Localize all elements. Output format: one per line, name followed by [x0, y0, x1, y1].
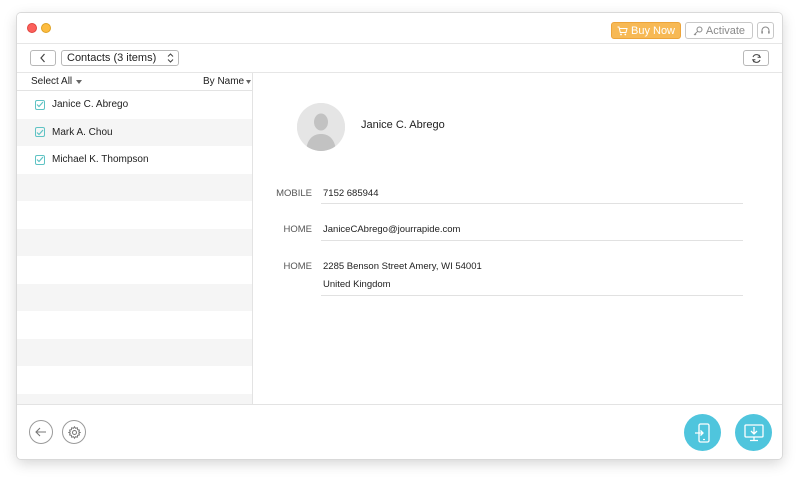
field-label-home-address: HOME — [283, 261, 313, 272]
key-icon — [693, 26, 703, 35]
contact-checkbox[interactable] — [35, 99, 45, 110]
home-back-button[interactable] — [29, 420, 53, 444]
avatar — [297, 103, 345, 151]
support-button[interactable] — [757, 22, 774, 39]
contact-list-pane: Select All By Name Janice C. Abrego Mark… — [17, 73, 253, 404]
minimize-window-button[interactable] — [41, 23, 51, 33]
close-window-button[interactable] — [27, 23, 37, 33]
to-computer-icon — [743, 423, 764, 441]
field-value-mobile: 7152 685944 — [323, 188, 379, 199]
send-to-device-button[interactable] — [684, 414, 721, 451]
refresh-button[interactable] — [743, 50, 769, 66]
activate-label: Activate — [705, 24, 746, 37]
empty-row — [17, 393, 252, 404]
contact-checkbox[interactable] — [35, 154, 45, 165]
contact-name: Mark A. Chou — [52, 126, 113, 138]
field-divider — [321, 295, 743, 296]
person-silhouette-icon — [297, 103, 345, 151]
activate-button[interactable]: Activate — [685, 22, 753, 39]
export-to-computer-button[interactable] — [735, 414, 772, 451]
title-bar: Buy Now Activate — [17, 13, 782, 44]
empty-row — [17, 366, 252, 394]
empty-row — [17, 201, 252, 229]
caret-down-icon — [246, 79, 252, 84]
field-value-home-address: 2285 Benson Street Amery, WI 54001 — [323, 261, 482, 272]
checkmark-icon — [36, 129, 44, 136]
cart-icon — [617, 26, 628, 35]
buy-now-label: Buy Now — [630, 24, 676, 37]
contact-rows: Janice C. Abrego Mark A. Chou Michael K.… — [17, 91, 252, 404]
category-select[interactable]: Contacts (3 items) — [61, 50, 179, 66]
contact-row[interactable]: Janice C. Abrego — [17, 91, 252, 119]
gear-icon — [67, 425, 81, 439]
app-window: Buy Now Activate Contacts (3 items) Sele… — [17, 13, 782, 459]
back-button[interactable] — [30, 50, 56, 66]
arrow-left-icon — [35, 427, 46, 437]
footer-bar — [17, 404, 782, 459]
headset-icon — [761, 26, 770, 34]
contact-name: Michael K. Thompson — [52, 154, 149, 166]
checkmark-icon — [36, 101, 44, 108]
chevron-left-icon — [40, 53, 45, 63]
field-label-home-email: HOME — [283, 224, 313, 235]
contact-name: Janice C. Abrego — [52, 99, 129, 111]
list-header: Select All By Name — [17, 73, 252, 91]
category-select-value: Contacts (3 items) — [67, 52, 157, 64]
caret-down-icon — [76, 79, 83, 84]
select-all-label: Select All — [31, 76, 73, 87]
empty-row — [17, 228, 252, 256]
refresh-icon — [751, 53, 761, 63]
sort-by-name-dropdown[interactable]: By Name — [203, 76, 252, 87]
field-value-home-email: JaniceCAbrego@jourrapide.com — [323, 224, 461, 235]
checkmark-icon — [36, 156, 44, 163]
empty-row — [17, 173, 252, 201]
to-device-icon — [694, 422, 710, 443]
field-divider — [321, 203, 743, 204]
contact-row[interactable]: Mark A. Chou — [17, 118, 252, 146]
select-arrows-icon — [167, 53, 174, 63]
field-label-mobile: MOBILE — [276, 188, 312, 199]
empty-row — [17, 256, 252, 284]
empty-row — [17, 283, 252, 311]
toolbar: Contacts (3 items) — [17, 44, 782, 73]
contact-detail-name: Janice C. Abrego — [361, 119, 445, 131]
empty-row — [17, 338, 252, 366]
empty-row — [17, 311, 252, 339]
field-value-home-country: United Kingdom — [323, 279, 391, 290]
buy-now-button[interactable]: Buy Now — [611, 22, 681, 39]
field-divider — [321, 240, 743, 241]
contact-detail-pane: Janice C. Abrego MOBILE 7152 685944 HOME… — [253, 73, 782, 404]
contact-checkbox[interactable] — [35, 127, 45, 138]
sort-label: By Name — [203, 76, 245, 87]
settings-button[interactable] — [62, 420, 86, 444]
select-all-dropdown[interactable]: Select All — [31, 76, 83, 87]
contact-row[interactable]: Michael K. Thompson — [17, 146, 252, 174]
